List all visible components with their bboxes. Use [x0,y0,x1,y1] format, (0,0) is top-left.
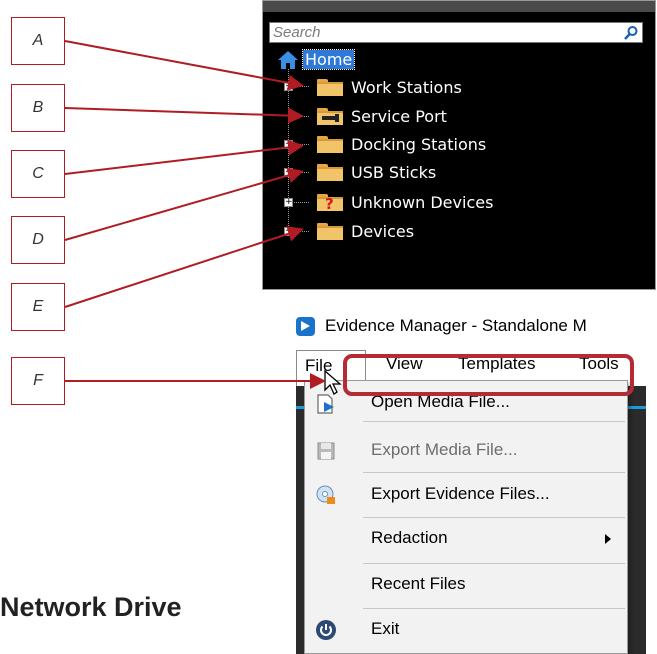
window-title-bar: Evidence Manager - Standalone M [296,312,587,340]
callout-letter: B [32,99,44,116]
tree-item-service-port[interactable]: Service Port [317,104,447,129]
callout-c: C [11,150,65,198]
menu-highlight-frame [343,354,634,396]
tree-item-work-stations[interactable]: Work Stations [317,75,462,100]
callout-a: A [11,17,65,65]
menu-separator [363,421,625,422]
tree-search-box[interactable] [269,22,643,43]
menu-item-redaction[interactable]: Redaction [305,519,627,559]
menu-item-recent-files[interactable]: Recent Files [305,565,627,605]
folder-icon [317,136,343,153]
menu-separator [363,472,625,473]
callout-e: E [11,283,65,331]
magnifier-icon[interactable] [623,25,639,41]
tree-item-devices[interactable]: Devices [317,219,414,244]
power-icon [316,620,336,640]
callout-letter: F [33,372,43,389]
folder-icon [317,164,343,181]
tree-item-usb-sticks[interactable]: USB Sticks [317,160,436,185]
callout-b: B [11,84,65,132]
menu-item-exit[interactable]: Exit [305,610,627,650]
app-logo-icon [296,316,315,336]
expand-toggle[interactable]: + [284,227,293,236]
menu-item-label: Redaction [371,528,448,547]
menu-item-label: Exit [371,619,400,638]
open-media-icon [317,394,334,414]
tree-item-label: USB Sticks [351,163,437,182]
question-mark-icon: ? [325,195,334,213]
export-disc-icon [316,485,335,504]
menu-item-label: Export Media File... [371,440,518,459]
menu-item-label: Recent Files [371,574,466,593]
tree-item-label: Devices [351,222,415,241]
callout-letter: C [32,165,44,182]
tree-item-label: Home [301,49,356,70]
menu-separator [363,517,625,518]
file-dropdown-menu: Open Media File... Export Media File... … [304,380,628,654]
callout-letter: E [32,298,44,315]
home-icon [278,50,298,69]
tree-item-label: Service Port [351,107,447,126]
expand-toggle[interactable]: + [284,82,293,91]
menu-separator [363,608,625,609]
folder-icon [317,223,343,240]
tree-item-label: Docking Stations [351,135,487,154]
callout-d: D [11,216,65,264]
expand-toggle[interactable]: + [284,198,293,207]
callout-letter: A [32,32,44,49]
expand-toggle[interactable]: + [284,168,293,177]
folder-icon [317,79,343,96]
tree-item-label: Work Stations [351,78,462,97]
mouse-cursor-icon [324,370,342,395]
tree-item-home[interactable]: Home [277,47,356,72]
unknown-folder-icon: ? [317,194,343,213]
tree-item-label: Unknown Devices [351,193,494,212]
wrench-icon [322,114,339,122]
save-disk-icon [317,442,335,460]
window-title: Evidence Manager - Standalone M [325,316,587,335]
callout-f: F [11,357,65,405]
network-drive-heading: Network Drive [0,592,182,622]
panel-top-bar [263,1,655,12]
submenu-arrow-icon [605,534,611,544]
menu-item-label: Export Evidence Files... [371,484,550,503]
tree-item-docking-stations[interactable]: Docking Stations [317,132,486,157]
menu-item-export-evidence-files[interactable]: Export Evidence Files... [305,475,627,515]
service-port-folder-icon [317,108,343,125]
tree-connector [288,69,289,232]
menu-separator [363,563,625,564]
callout-letter: D [32,231,44,248]
device-tree-panel: Home + Work Stations Service Port + Dock… [262,0,656,290]
menu-item-export-media-file[interactable]: Export Media File... [305,431,627,471]
tree-connector [288,116,309,117]
tree-search-input[interactable] [270,23,606,42]
expand-toggle[interactable]: + [284,140,293,149]
tree-item-unknown-devices[interactable]: ? Unknown Devices [317,190,493,215]
